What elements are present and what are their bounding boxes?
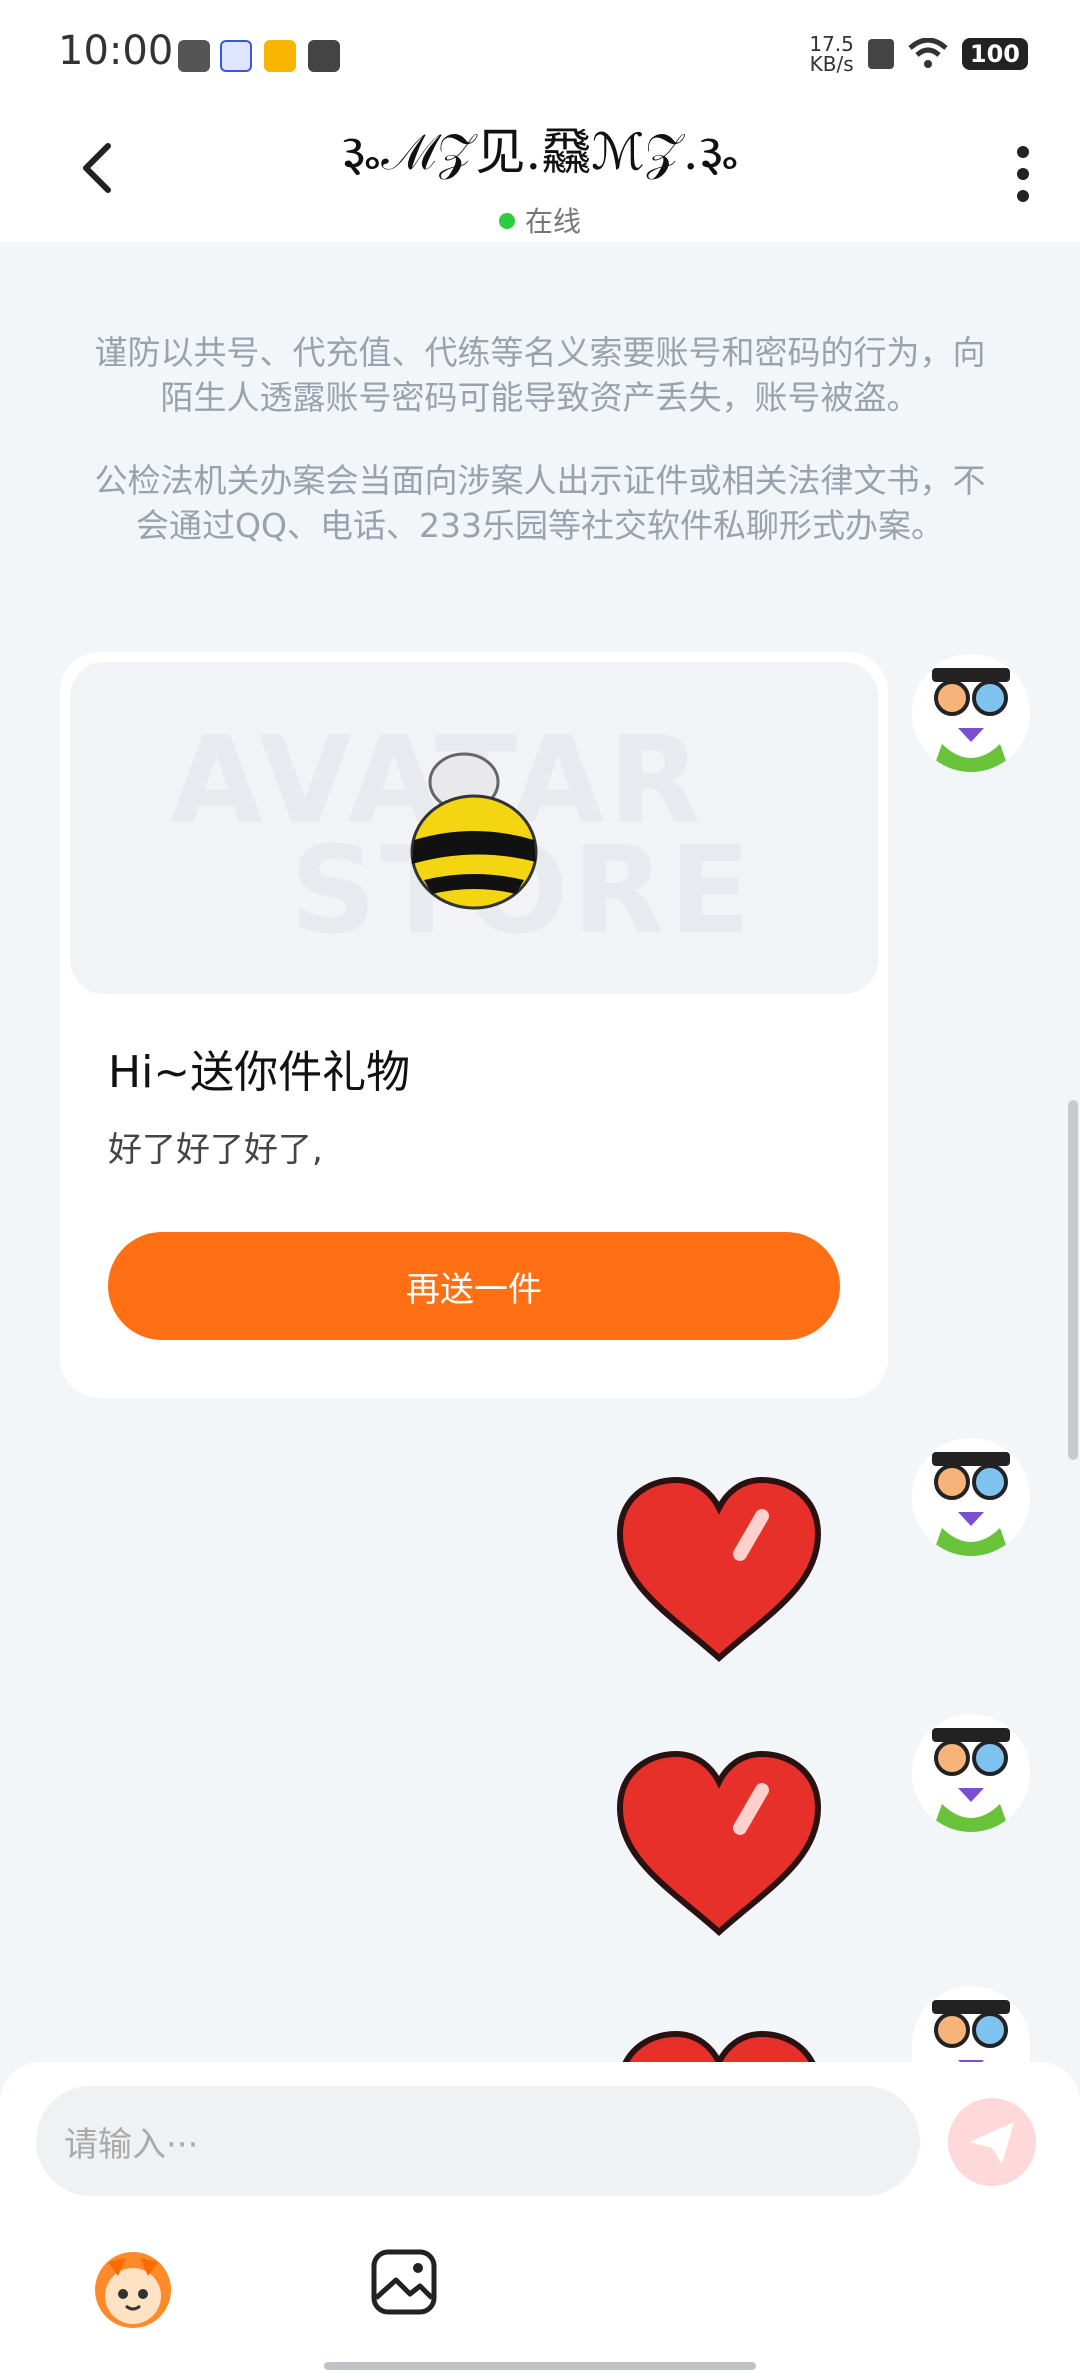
chat-title: ૱ℳ𝒵见.飝ℳ𝒵.૱ [341,123,739,181]
online-status: 在线 [0,200,1080,240]
message-input[interactable]: 请输入··· [36,2086,920,2196]
legal-notice: 公检法机关办案会当面向涉案人出示证件或相关法律文书，不会通过QQ、电话、233乐… [94,461,986,545]
baidu-icon [220,40,252,72]
clipboard-icon [178,40,210,72]
gift-title: Hi~送你件礼物 [108,1047,411,1098]
status-right: 17.5 KB/s 100 [809,34,1028,74]
chat-header: ૱ℳ𝒵见.飝ℳ𝒵.૱ 在线 [0,110,1080,242]
heart-emoji-icon[interactable] [612,1476,826,1666]
send-icon[interactable] [948,2098,1036,2186]
clock: 10:00 [58,28,174,74]
gift-message: 好了好了好了, [108,1130,323,1170]
user-avatar[interactable] [912,1438,1030,1556]
emoji-sticker-icon[interactable] [88,2242,178,2332]
bee-gift-icon [410,752,538,910]
scrollbar[interactable] [1068,1100,1078,1460]
user-avatar[interactable] [912,1986,1030,2062]
safety-notice: 谨防以共号、代充值、代练等名义索要账号和密码的行为，向陌生人透露账号密码可能导致… [94,333,986,417]
image-picker-icon[interactable] [370,2248,438,2316]
heart-emoji-icon[interactable] [612,1750,826,1940]
net-speed: 17.5 KB/s [809,32,854,76]
sim-icon [867,39,894,69]
message-icon [308,40,340,72]
gift-image: AVATAR STORE [70,662,878,994]
input-bar: 请输入··· [0,2062,1080,2376]
user-avatar[interactable] [912,1714,1030,1832]
weibo-icon [264,40,296,72]
online-dot-icon [498,213,515,229]
status-bar: 10:00 17.5 KB/s 100 [0,0,1080,110]
battery-icon: 100 [961,38,1028,70]
heart-emoji-icon[interactable] [612,2030,826,2062]
home-indicator[interactable] [324,2362,756,2370]
send-again-button[interactable]: 再送一件 [108,1232,840,1340]
gift-card[interactable]: AVATAR STORE Hi~送你件礼物 好了好了好了, 再送一件 [60,652,888,1398]
wifi-icon [908,38,948,68]
more-options-icon[interactable] [1016,144,1030,204]
user-avatar[interactable] [912,654,1030,772]
